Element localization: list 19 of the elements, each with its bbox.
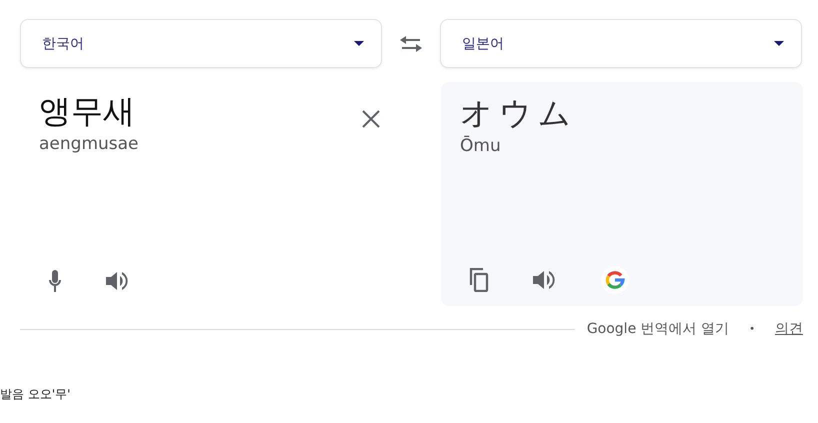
open-in-google-translate-link[interactable]: Google 번역에서 열기 xyxy=(586,320,730,338)
swap-icon[interactable] xyxy=(400,36,422,52)
source-text: 앵무새 xyxy=(39,91,136,132)
target-language-dropdown[interactable]: 일본어 xyxy=(440,19,802,68)
translated-text: オウム xyxy=(460,93,577,134)
feedback-link[interactable]: 의견 xyxy=(775,320,803,338)
close-icon[interactable] xyxy=(362,110,380,128)
google-logo-icon[interactable] xyxy=(601,266,629,294)
source-language-dropdown[interactable]: 한국어 xyxy=(20,19,382,68)
pronunciation-note: 발음 오오'무' xyxy=(0,386,72,403)
separator-dot: • xyxy=(749,324,755,334)
caret-icon xyxy=(354,41,364,46)
romanization: aengmusae xyxy=(39,134,139,154)
speaker-icon[interactable] xyxy=(533,270,557,290)
romanization: Ōmu xyxy=(460,136,502,156)
copy-icon[interactable] xyxy=(469,268,489,292)
microphone-icon[interactable] xyxy=(48,270,62,292)
speaker-icon[interactable] xyxy=(106,271,130,291)
caret-icon xyxy=(774,41,784,46)
